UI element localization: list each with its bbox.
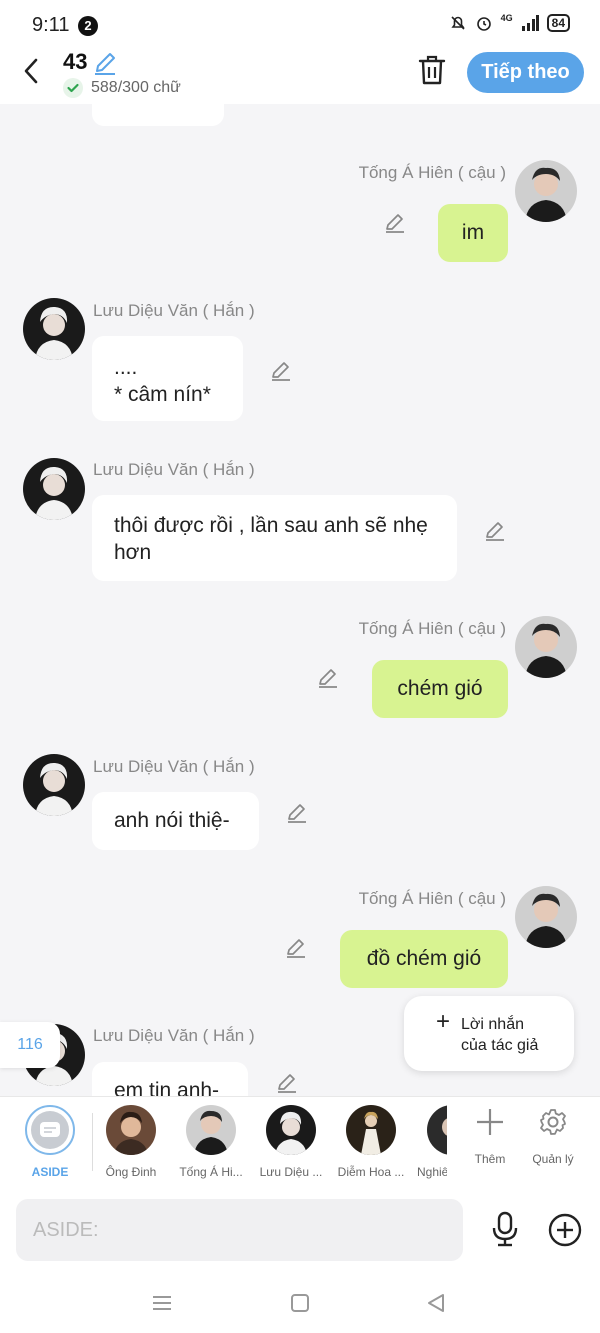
author-note-label: Lời nhắn của tác giả xyxy=(461,1016,539,1054)
trash-icon[interactable] xyxy=(417,54,447,86)
message-bubble[interactable]: đồ chém gió xyxy=(340,930,508,988)
message-bubble[interactable]: .... * câm nín* xyxy=(92,336,243,421)
sender-name: Tống Á Hiên ( cậu ) xyxy=(358,619,506,638)
check-icon xyxy=(63,78,83,98)
character-ong-dinh[interactable]: Ông Đinh xyxy=(91,1105,171,1179)
aside-label: ASIDE xyxy=(31,1165,69,1179)
character-label: Nghiê xyxy=(417,1165,447,1179)
sender-name: Tống Á Hiên ( cậu ) xyxy=(358,163,506,182)
avatar-luu-dieu-van[interactable] xyxy=(23,458,85,520)
plus-icon: + xyxy=(436,1008,451,1035)
avatar-tong-a-hien[interactable] xyxy=(515,160,577,222)
edit-message-pencil-icon[interactable] xyxy=(317,667,339,689)
character-nghie[interactable]: Nghiê xyxy=(411,1105,447,1179)
character-label: Diễm Hoa ... xyxy=(337,1165,405,1179)
character-bar: ASIDE Ông Đinh Tống Á Hi... Lưu Diệu ...… xyxy=(0,1096,600,1189)
avatar-tong-a-hien[interactable] xyxy=(515,616,577,678)
editor-header: 43 588/300 chữ Tiếp theo xyxy=(0,40,600,104)
comment-count-tab[interactable]: 116 xyxy=(0,1022,60,1068)
edit-message-pencil-icon[interactable] xyxy=(484,520,506,542)
add-circle-icon[interactable] xyxy=(548,1213,582,1247)
input-bar xyxy=(0,1189,600,1273)
chat-bubble-icon xyxy=(31,1111,69,1149)
avatar-luu-dieu-van[interactable] xyxy=(23,298,85,360)
character-diem-hoa[interactable]: Diễm Hoa ... xyxy=(331,1105,411,1179)
manage-label: Quản lý xyxy=(532,1152,574,1166)
system-nav-bar xyxy=(0,1273,600,1333)
aside-character[interactable] xyxy=(25,1105,75,1155)
home-square-icon[interactable] xyxy=(288,1291,312,1315)
alarm-icon xyxy=(476,17,491,31)
avatar xyxy=(346,1105,396,1155)
add-label: Thêm xyxy=(474,1152,506,1166)
avatar xyxy=(186,1105,236,1155)
sender-name: Lưu Diệu Văn ( Hắn ) xyxy=(93,301,255,320)
message-bubble[interactable]: anh nói thiệ- xyxy=(92,792,259,850)
chat-area: Tống Á Hiên ( cậu ) im Lưu Diệu Văn ( Hắ… xyxy=(0,104,600,1096)
next-button[interactable]: Tiếp theo xyxy=(467,52,584,93)
edit-message-pencil-icon[interactable] xyxy=(285,937,307,959)
character-label: Tống Á Hi... xyxy=(179,1165,243,1179)
avatar-luu-dieu-van[interactable] xyxy=(23,754,85,816)
word-count: 588/300 chữ xyxy=(91,79,181,96)
manage-button[interactable]: Quản lý xyxy=(525,1107,581,1166)
message-bubble[interactable]: chém gió xyxy=(372,660,508,718)
battery-indicator: 84 xyxy=(546,14,570,32)
character-label: Ông Đinh xyxy=(105,1165,157,1179)
sender-name: Lưu Diệu Văn ( Hắn ) xyxy=(93,757,255,776)
character-tong-a-hien[interactable]: Tống Á Hi... xyxy=(171,1105,251,1179)
signal-icon xyxy=(521,15,539,31)
network-label: 4G xyxy=(500,13,513,23)
avatar xyxy=(106,1105,156,1155)
plus-icon xyxy=(477,1109,503,1135)
character-label: Lưu Diệu ... xyxy=(259,1165,323,1179)
back-triangle-icon[interactable] xyxy=(424,1291,448,1315)
edit-message-pencil-icon[interactable] xyxy=(384,212,406,234)
aside-input[interactable] xyxy=(16,1199,463,1261)
edit-message-pencil-icon[interactable] xyxy=(286,802,308,824)
sender-name: Lưu Diệu Văn ( Hắn ) xyxy=(93,1026,255,1045)
status-icons: 4G 84 xyxy=(449,13,570,32)
chapter-title[interactable]: 43 xyxy=(63,49,87,75)
back-arrow-icon[interactable] xyxy=(20,56,44,86)
mute-bell-icon xyxy=(451,16,465,30)
edit-title-pencil-icon[interactable] xyxy=(92,50,118,76)
author-note-button[interactable]: + Lời nhắn của tác giả xyxy=(404,996,574,1071)
edit-message-pencil-icon[interactable] xyxy=(276,1072,298,1094)
message-bubble[interactable]: em tin anh- xyxy=(92,1062,248,1096)
avatar xyxy=(266,1105,316,1155)
gear-icon xyxy=(540,1109,566,1135)
avatar-tong-a-hien[interactable] xyxy=(515,886,577,948)
status-time: 9:11 xyxy=(32,14,70,36)
menu-icon[interactable] xyxy=(150,1291,174,1315)
microphone-icon[interactable] xyxy=(489,1211,521,1247)
message-bubble[interactable]: thôi được rồi , lần sau anh sẽ nhẹ hơn xyxy=(92,495,457,581)
edit-message-pencil-icon[interactable] xyxy=(270,360,292,382)
sender-name: Lưu Diệu Văn ( Hắn ) xyxy=(93,460,255,479)
notification-count-badge: 2 xyxy=(78,16,98,36)
character-luu-dieu-van[interactable]: Lưu Diệu ... xyxy=(251,1105,331,1179)
message-bubble[interactable]: im xyxy=(438,204,508,262)
add-character-button[interactable]: Thêm xyxy=(462,1107,518,1166)
avatar xyxy=(427,1105,447,1155)
message-bubble[interactable] xyxy=(92,104,224,126)
sender-name: Tống Á Hiên ( cậu ) xyxy=(358,889,506,908)
